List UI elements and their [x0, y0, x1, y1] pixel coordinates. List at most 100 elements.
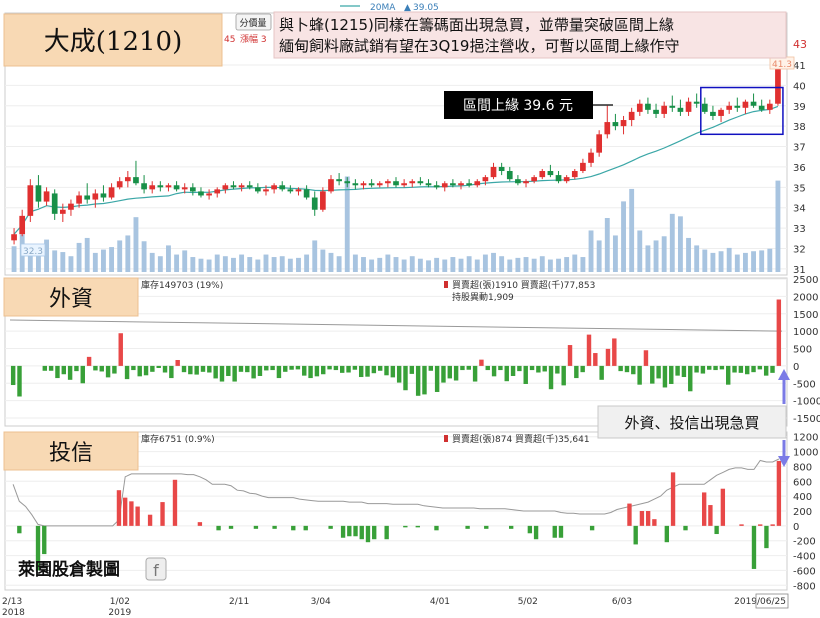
foreign-bar [675, 365, 680, 376]
foreign-tick-label: -1000 [793, 397, 820, 408]
volume-bar [231, 257, 236, 272]
volume-bar [409, 256, 415, 272]
candle-body [84, 195, 91, 200]
volume-bar [694, 245, 700, 272]
foreign-bar [99, 365, 104, 372]
price-tick-label: 32 [793, 244, 806, 255]
volume-bar [645, 245, 651, 272]
trust-bar [708, 505, 713, 526]
candle-body [303, 189, 310, 198]
foreign-tick-label: 500 [793, 345, 812, 356]
volume-bar [133, 217, 139, 272]
foreign-bar [612, 338, 617, 366]
foreign-bar [371, 365, 377, 374]
candle-body [750, 101, 757, 106]
foreign-bar [586, 334, 592, 366]
volume-bar [149, 252, 155, 272]
price-axis-top-label: 43 [793, 38, 807, 51]
price-tick-label: 37 [793, 143, 806, 154]
x-tick-label: 5/02 [518, 597, 538, 607]
foreign-bar [302, 365, 307, 376]
candle-body [612, 122, 619, 127]
foreign-inventory: 庫存149703 (19%) [141, 279, 223, 291]
price-tick-label: 40 [793, 81, 806, 92]
volume-bar [101, 249, 106, 272]
volume-bar [726, 247, 732, 272]
candle-body [108, 187, 115, 198]
volume-bar [669, 213, 675, 272]
volume-bar [751, 251, 756, 272]
candle-body [482, 177, 489, 182]
volume-bar [612, 235, 618, 272]
foreign-bar [137, 365, 142, 377]
candle-body [417, 181, 424, 184]
candle-body [409, 181, 416, 184]
foreign-bar [48, 365, 54, 371]
high-label: 41.3 [772, 60, 792, 70]
trust-bar [272, 525, 277, 529]
volume-bar [572, 254, 578, 272]
volume-bar [84, 237, 90, 272]
foreign-bar [681, 365, 687, 378]
volume-bar [539, 256, 545, 272]
candle-body [133, 177, 139, 184]
volume-bar [369, 259, 375, 272]
foreign-bar [245, 365, 250, 373]
foreign-bar [618, 365, 623, 372]
trust-bar [764, 525, 769, 549]
volume-bar [547, 259, 553, 272]
trust-tick-label: -400 [793, 552, 816, 563]
x-tick-label: 2019 [108, 608, 131, 618]
price-tick-label: 36 [793, 163, 806, 174]
foreign-bar [257, 365, 263, 376]
foreign-bar [650, 365, 655, 384]
volume-bar [702, 249, 708, 272]
foreign-bar [643, 350, 649, 366]
volume-bar [11, 246, 17, 272]
foreign-bar [624, 365, 630, 373]
foreign-bar [485, 365, 490, 371]
candle-body [68, 203, 74, 210]
candle-body [149, 185, 156, 190]
volume-bar [385, 254, 391, 272]
trust-info: 買賣超(張)874 買賣超(千)35,641 [452, 433, 590, 445]
foreign-bar [118, 333, 123, 366]
candle-body [693, 101, 700, 104]
foreign-bar [238, 365, 244, 372]
volume-bar [328, 252, 334, 272]
foreign-bar [479, 359, 484, 366]
candle-body [320, 191, 326, 210]
foreign-bar [770, 365, 775, 373]
foreign-bar [542, 365, 547, 372]
foreign-bar [112, 365, 117, 374]
candle-body [181, 187, 188, 190]
candle-body [198, 191, 204, 196]
foreign-tick-label: 1000 [793, 327, 818, 338]
trust-bar [434, 525, 439, 531]
volume-bar [263, 254, 269, 272]
foreign-bar [441, 365, 446, 383]
foreign-info-line-2: 持股異動1,909 [452, 291, 514, 303]
volume-bar [320, 249, 326, 272]
foreign-title: 外資 [49, 287, 93, 312]
foreign-bar [321, 365, 326, 375]
candle-body [206, 193, 212, 196]
foreign-bar [504, 365, 509, 382]
foreign-bar [352, 365, 358, 370]
volume-bar [312, 240, 318, 272]
candle-body [653, 109, 659, 114]
foreign-bar [226, 365, 231, 376]
volume-bar [491, 252, 496, 272]
foreign-bar [719, 365, 725, 370]
volume-bar [182, 250, 188, 272]
foreign-bar [181, 365, 187, 373]
volume-bar [198, 258, 204, 272]
trust-bar [42, 525, 47, 555]
candle-body [580, 162, 586, 172]
trust-bar [365, 525, 371, 543]
foreign-bar [656, 365, 661, 379]
trust-bar [627, 503, 632, 526]
foreign-bar [396, 365, 402, 383]
foreign-bar [694, 365, 699, 373]
volume-bar [393, 257, 399, 272]
